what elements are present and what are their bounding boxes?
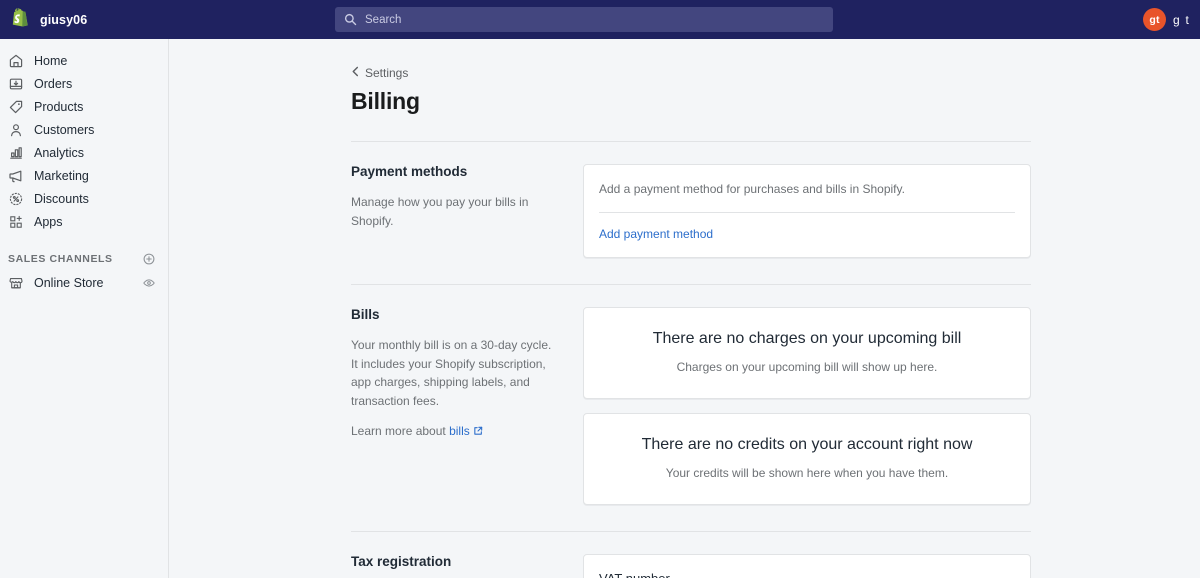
shopify-admin-billing-page: giusy06 Search gt g t Home Orders Produc…	[0, 0, 1200, 578]
sidebar-item-apps[interactable]: Apps	[0, 210, 168, 233]
sidebar-item-analytics[interactable]: Analytics	[0, 141, 168, 164]
credits-empty-state: There are no credits on your account rig…	[584, 414, 1030, 504]
search-placeholder: Search	[365, 13, 402, 26]
customers-person-icon	[8, 122, 34, 138]
bills-learn-more-link[interactable]: bills	[449, 424, 483, 438]
sidebar-item-customers[interactable]: Customers	[0, 118, 168, 141]
sales-channels-title: SALES CHANNELS	[8, 253, 113, 265]
breadcrumb-label: Settings	[365, 66, 409, 80]
user-name: g t	[1173, 12, 1190, 27]
avatar: gt	[1143, 8, 1167, 31]
sidebar-item-home[interactable]: Home	[0, 49, 168, 72]
eye-icon[interactable]	[142, 276, 156, 290]
sidebar-item-label: Products	[34, 99, 84, 114]
tax-registration-section: Tax registration Manage your tax registr…	[351, 532, 1031, 578]
tax-registration-info: Tax registration Manage your tax registr…	[351, 554, 583, 578]
sidebar: Home Orders Products Customers Analytics…	[0, 39, 169, 578]
vat-card-wrap: VAT number If you have a VAT number, the…	[583, 554, 1031, 578]
bills-cards: There are no charges on your upcoming bi…	[583, 307, 1031, 505]
products-tag-icon	[8, 99, 34, 115]
external-link-icon	[473, 425, 483, 439]
payment-methods-card-footer: Add payment method	[584, 213, 1030, 257]
bills-info: Bills Your monthly bill is on a 30-day c…	[351, 307, 583, 505]
payment-methods-description: Manage how you pay your bills in Shopify…	[351, 195, 529, 228]
vat-number-card: VAT number If you have a VAT number, the…	[583, 554, 1031, 578]
payment-methods-info: Payment methods Manage how you pay your …	[351, 164, 583, 258]
payment-methods-card-text: Add a payment method for purchases and b…	[599, 182, 905, 196]
sidebar-item-discounts[interactable]: Discounts	[0, 187, 168, 210]
payment-methods-heading: Payment methods	[351, 164, 468, 179]
sidebar-item-products[interactable]: Products	[0, 95, 168, 118]
vat-card-title: VAT number	[599, 571, 1015, 578]
credits-title: There are no credits on your account rig…	[641, 436, 973, 453]
home-icon	[8, 53, 34, 69]
sidebar-item-label: Online Store	[34, 276, 104, 290]
shopify-bag-icon	[12, 8, 28, 27]
sidebar-item-label: Home	[34, 53, 68, 68]
bills-learn-more: Learn more about bills	[351, 424, 561, 438]
sidebar-item-label: Customers	[34, 122, 95, 137]
upcoming-bill-title: There are no charges on your upcoming bi…	[652, 330, 962, 347]
tax-registration-heading: Tax registration	[351, 554, 452, 569]
add-payment-method-link[interactable]: Add payment method	[599, 227, 713, 241]
discounts-percent-icon	[8, 191, 34, 207]
bills-link-label: bills	[449, 424, 470, 439]
page-title: Billing	[351, 88, 420, 114]
apps-grid-plus-icon	[8, 214, 34, 230]
chevron-left-icon	[351, 64, 360, 82]
sidebar-item-online-store[interactable]: Online Store	[0, 271, 168, 295]
marketing-megaphone-icon	[8, 168, 34, 184]
credits-subtitle: Your credits will be shown here when you…	[665, 466, 949, 480]
store-name[interactable]: giusy06	[40, 13, 87, 27]
sidebar-item-label: Discounts	[34, 191, 89, 206]
main-content: Settings Billing Payment methods Manage …	[169, 39, 1200, 578]
bills-learn-more-prefix: Learn more about	[351, 424, 446, 439]
credits-card: There are no credits on your account rig…	[583, 413, 1031, 505]
sidebar-item-label: Orders	[34, 76, 73, 91]
upcoming-bill-subtitle: Charges on your upcoming bill will show …	[676, 360, 938, 374]
upcoming-bill-empty-state: There are no charges on your upcoming bi…	[584, 308, 1030, 398]
payment-methods-section: Payment methods Manage how you pay your …	[351, 142, 1031, 258]
plus-circle-icon[interactable]	[142, 252, 156, 266]
analytics-bar-chart-icon	[8, 145, 34, 161]
billing-content: Settings Billing Payment methods Manage …	[351, 39, 1031, 578]
search-input[interactable]: Search	[335, 7, 833, 32]
online-store-icon	[8, 275, 34, 291]
user-menu[interactable]: gt g t	[1143, 0, 1190, 39]
vat-card-body: VAT number If you have a VAT number, the…	[584, 555, 1030, 578]
bills-description: Your monthly bill is on a 30-day cycle. …	[351, 338, 552, 408]
payment-methods-card: Add a payment method for purchases and b…	[583, 164, 1031, 258]
bills-section: Bills Your monthly bill is on a 30-day c…	[351, 285, 1031, 505]
bills-heading: Bills	[351, 307, 380, 322]
sidebar-item-label: Apps	[34, 214, 63, 229]
shopify-logo[interactable]	[0, 8, 40, 31]
search-icon	[344, 13, 357, 26]
top-bar: giusy06 Search gt g t	[0, 0, 1200, 39]
sidebar-item-label: Marketing	[34, 168, 89, 183]
sales-channels-header: SALES CHANNELS	[0, 247, 168, 271]
upcoming-bill-card: There are no charges on your upcoming bi…	[583, 307, 1031, 399]
payment-methods-card-body: Add a payment method for purchases and b…	[584, 165, 1030, 213]
sidebar-item-orders[interactable]: Orders	[0, 72, 168, 95]
sidebar-item-marketing[interactable]: Marketing	[0, 164, 168, 187]
orders-icon	[8, 76, 34, 92]
payment-methods-card-wrap: Add a payment method for purchases and b…	[583, 164, 1031, 258]
sidebar-item-label: Analytics	[34, 145, 85, 160]
breadcrumb[interactable]: Settings	[351, 64, 408, 82]
